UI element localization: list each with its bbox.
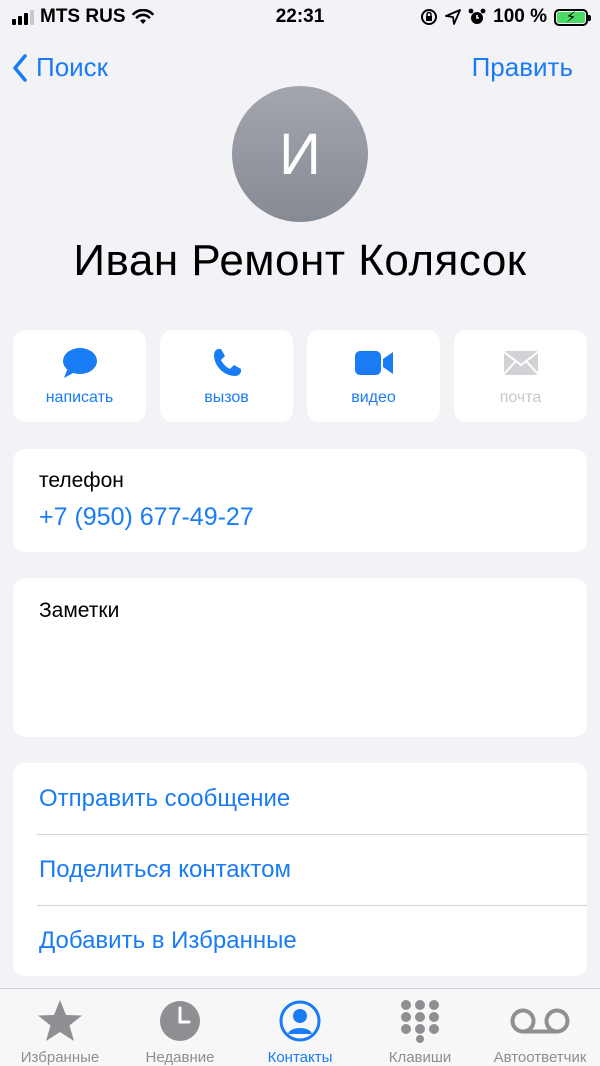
send-message-link[interactable]: Отправить сообщение — [39, 763, 587, 834]
tab-keypad-label: Клавиши — [388, 1049, 452, 1066]
mail-action-button[interactable]: почта — [454, 330, 587, 422]
message-action-button[interactable]: написать — [13, 330, 146, 422]
battery-icon: ⚡ — [554, 8, 591, 26]
contact-name: Иван Ремонт Колясок — [73, 236, 527, 285]
tab-contacts-label: Контакты — [267, 1049, 333, 1066]
keypad-icon — [401, 1000, 439, 1043]
tab-recents-label: Недавние — [145, 1049, 215, 1066]
mail-action-label: почта — [499, 389, 542, 406]
tab-recents[interactable]: Недавние — [120, 989, 240, 1066]
tab-favorites-label: Избранные — [20, 1049, 100, 1066]
call-action-label: вызов — [204, 389, 249, 406]
phone-icon — [213, 349, 241, 376]
location-icon — [445, 9, 462, 25]
message-icon — [62, 348, 97, 378]
video-icon — [354, 351, 393, 375]
avatar-initial: И — [279, 121, 321, 187]
video-action-button[interactable]: видео — [307, 330, 440, 422]
add-to-favorites-link[interactable]: Добавить в Избранные — [39, 905, 587, 976]
quick-actions: написать вызов видео почта — [13, 330, 587, 422]
back-button-label: Поиск — [36, 52, 109, 82]
mail-icon — [502, 351, 539, 375]
actions-list-card: Отправить сообщение Поделиться контактом… — [13, 763, 587, 976]
battery-percent: 100 % — [493, 6, 547, 27]
notes-card[interactable]: Заметки — [13, 578, 587, 737]
alarm-icon — [468, 8, 486, 24]
phone-number-link[interactable]: +7 (950) 677-49-27 — [39, 503, 254, 532]
tab-keypad[interactable]: Клавиши — [360, 989, 480, 1066]
status-right: 100 % ⚡ — [420, 6, 591, 28]
notes-label: Заметки — [39, 599, 120, 622]
tab-voicemail-label: Автоответчик — [493, 1049, 587, 1066]
navigation-bar: Поиск Править — [0, 48, 600, 88]
contact-avatar: И — [232, 86, 368, 222]
video-action-label: видео — [351, 389, 396, 406]
tab-contacts[interactable]: Контакты — [240, 989, 360, 1066]
chevron-left-icon — [13, 53, 27, 82]
clock-icon — [160, 1001, 200, 1041]
tab-favorites[interactable]: Избранные — [0, 989, 120, 1066]
call-action-button[interactable]: вызов — [160, 330, 293, 422]
person-icon — [279, 1000, 321, 1042]
back-button[interactable]: Поиск — [12, 52, 108, 83]
message-action-label: написать — [45, 389, 114, 406]
phone-label: телефон — [39, 469, 124, 492]
edit-button[interactable]: Править — [472, 52, 573, 83]
status-bar: MTS RUS 22:31 100 % ⚡ — [0, 0, 600, 36]
share-contact-link[interactable]: Поделиться контактом — [39, 834, 587, 905]
voicemail-icon — [510, 1008, 570, 1034]
phone-card: телефон +7 (950) 677-49-27 — [13, 449, 587, 552]
star-icon — [38, 1000, 82, 1041]
rotation-lock-icon — [421, 9, 438, 25]
tab-voicemail[interactable]: Автоответчик — [480, 989, 600, 1066]
tab-bar: Избранные Недавние Контакты Клавиши Авто… — [0, 988, 600, 1066]
